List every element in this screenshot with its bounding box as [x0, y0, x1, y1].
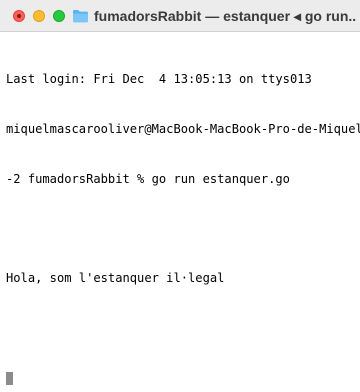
terminal-output[interactable]: Last login: Fri Dec 4 13:05:13 on ttys01… — [6, 38, 360, 392]
cursor-line — [6, 370, 360, 387]
output-line-login: Last login: Fri Dec 4 13:05:13 on ttys01… — [6, 72, 312, 87]
zoom-icon[interactable] — [53, 10, 65, 22]
output-line-empty — [6, 320, 360, 337]
text-cursor — [6, 371, 13, 385]
output-line-command: -2 fumadorsRabbit % go run estanquer.go — [6, 171, 290, 186]
output-line-program: Hola, som l'estanquer il·legal — [6, 271, 225, 286]
title-bar[interactable]: fumadorsRabbit — estanquer ◂ go run... — [0, 0, 360, 32]
folder-icon — [73, 10, 88, 23]
output-line-blank — [6, 221, 360, 238]
close-icon[interactable] — [13, 10, 25, 22]
minimize-icon[interactable] — [33, 10, 45, 22]
terminal-window: fumadorsRabbit — estanquer ◂ go run... L… — [0, 0, 360, 392]
window-title: fumadorsRabbit — estanquer ◂ go run... — [94, 8, 356, 24]
output-line-prompt-user: miquelmascarooliver@MacBook-MacBook-Pro-… — [6, 121, 360, 136]
